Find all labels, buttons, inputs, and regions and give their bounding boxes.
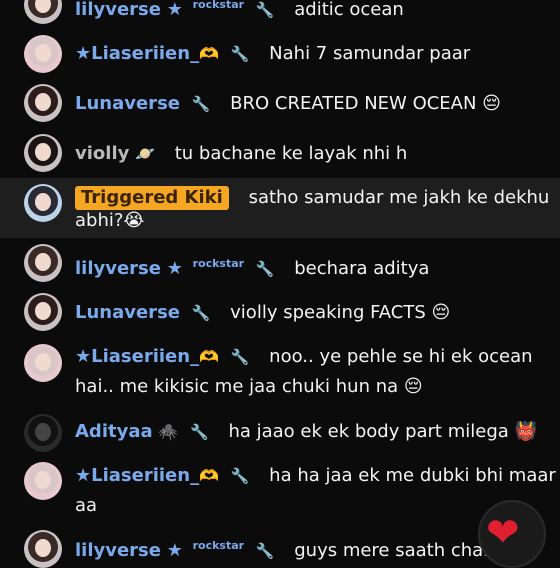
wrench-icon: 🔧 [255, 260, 275, 278]
chat-message: lilyverse ★ rockstar 🔧 guys mere saath c… [0, 528, 560, 568]
heart-hands-icon: 🫶 [199, 44, 220, 63]
chat-message: Lunaverse 🔧 violly speaking FACTS 😔 [0, 293, 560, 333]
message-text: BRO CREATED NEW OCEAN 😔 [230, 93, 501, 114]
avatar[interactable] [24, 184, 62, 222]
avatar[interactable] [24, 134, 62, 172]
chat-message: ★Liaseriien_🫶 🔧 ha ha jaa ek me dubki bh… [0, 460, 560, 522]
username[interactable]: Adityaa [75, 421, 153, 442]
message-text: satho samudar me jakh ke dekhu [248, 187, 550, 208]
heart-icon: ❤ [486, 510, 520, 556]
username[interactable]: ★Liaseriien_ [75, 43, 199, 64]
chat-message: Lunaverse 🔧 BRO CREATED NEW OCEAN 😔 [0, 84, 560, 124]
wrench-icon: 🔧 [230, 467, 250, 485]
wrench-icon: 🔧 [255, 542, 275, 560]
message-text-continued: abhi?😭 [75, 210, 145, 231]
spider-icon: 🕷️ [158, 422, 179, 441]
avatar[interactable] [24, 35, 62, 73]
avatar[interactable] [24, 414, 62, 452]
message-text: violly speaking FACTS 😔 [230, 302, 451, 323]
chat-message-highlighted: Triggered Kiki satho samudar me jakh ke … [0, 178, 560, 238]
message-text: aditic ocean [294, 0, 404, 20]
message-text: Nahi 7 samundar paar [269, 43, 471, 64]
avatar[interactable] [24, 530, 62, 568]
chat-message: lilyverse ★ rockstar 🔧 bechara aditya [0, 244, 560, 284]
username[interactable]: Lunaverse [75, 93, 180, 114]
message-text: ha ha jaa ek me dubki bhi maar [269, 465, 556, 486]
avatar[interactable] [24, 344, 62, 382]
wrench-icon: 🔧 [190, 423, 209, 441]
avatar[interactable] [24, 293, 62, 331]
planet-icon: 🪐 [135, 144, 155, 163]
star-icon: ★ [166, 540, 183, 561]
username[interactable]: lilyverse [75, 0, 161, 20]
rockstar-tag: rockstar [192, 0, 245, 11]
heart-hands-icon: 🫶 [199, 466, 220, 485]
username[interactable]: lilyverse [75, 540, 161, 561]
wrench-icon: 🔧 [191, 304, 211, 322]
avatar[interactable] [24, 462, 62, 500]
message-text: guys mere saath chal [294, 540, 489, 561]
username[interactable]: ★Liaseriien_ [75, 346, 199, 367]
message-text-continued: hai.. me kikisic me jaa chuki hun na 😔 [75, 376, 423, 397]
wrench-icon: 🔧 [230, 45, 250, 63]
message-text: tu bachane ke layak nhi h [174, 143, 408, 164]
chat-feed: lilyverse ★ rockstar 🔧 aditic ocean ★Lia… [0, 0, 560, 568]
rockstar-tag: rockstar [192, 257, 245, 270]
message-text: noo.. ye pehle se hi ek ocean [269, 346, 533, 367]
chat-message: Adityaa 🕷️ 🔧 ha jaao ek ek body part mil… [0, 412, 560, 452]
chat-message: ★Liaseriien_🫶 🔧 Nahi 7 samundar paar [0, 34, 560, 74]
username[interactable]: violly [75, 143, 129, 164]
username[interactable]: ★Liaseriien_ [75, 465, 199, 486]
chat-message: ★Liaseriien_🫶 🔧 noo.. ye pehle se hi ek … [0, 342, 560, 404]
message-text: bechara aditya [294, 258, 430, 279]
star-icon: ★ [166, 258, 183, 279]
message-text: ha jaao ek ek body part milega 👹 [228, 421, 537, 442]
username[interactable]: lilyverse [75, 258, 161, 279]
chat-message: violly 🪐 tu bachane ke layak nhi h [0, 134, 560, 174]
avatar[interactable] [24, 0, 62, 24]
star-icon: ★ [166, 0, 183, 20]
rockstar-tag: rockstar [192, 539, 245, 552]
username[interactable]: Lunaverse [75, 302, 180, 323]
heart-hands-icon: 🫶 [199, 347, 220, 366]
message-text-continued: aa [75, 495, 98, 516]
avatar[interactable] [24, 244, 62, 282]
wrench-icon: 🔧 [255, 1, 275, 19]
avatar[interactable] [24, 84, 62, 122]
wrench-icon: 🔧 [191, 95, 211, 113]
wrench-icon: 🔧 [230, 348, 250, 366]
like-button[interactable]: ❤ [478, 500, 546, 568]
chat-message: lilyverse ★ rockstar 🔧 aditic ocean [0, 0, 560, 24]
